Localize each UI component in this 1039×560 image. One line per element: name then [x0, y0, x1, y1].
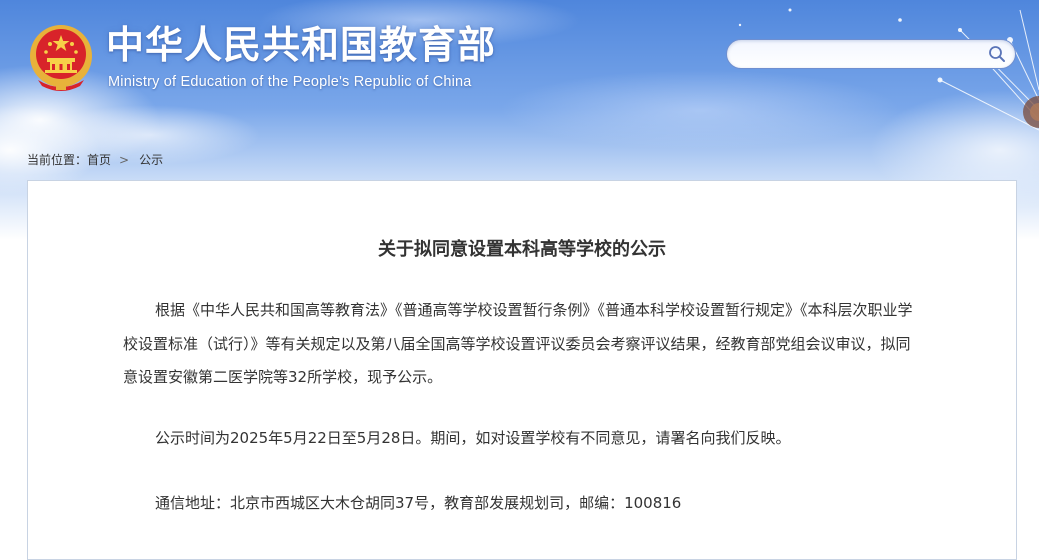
article-paragraph: 公示时间为2025年5月22日至5月28日。期间，如对设置学校有不同意见，请署名… — [155, 429, 791, 447]
breadcrumb-current-link[interactable]: 公示 — [139, 153, 163, 167]
site-subtitle: Ministry of Education of the People's Re… — [108, 74, 472, 90]
article-paragraph: 根据《中华人民共和国高等教育法》《普通高等学校设置暂行条例》《普通本科学校设置暂… — [123, 301, 913, 386]
national-emblem-icon — [30, 25, 92, 91]
search-box — [726, 39, 1016, 70]
site-title: 中华人民共和国教育部 — [106, 23, 497, 67]
search-input[interactable] — [739, 40, 983, 70]
breadcrumb-separator: > — [119, 153, 130, 167]
breadcrumb: 当前位置：首页 > 公示 — [27, 151, 163, 168]
search-icon[interactable] — [988, 45, 1006, 63]
article-panel: 关于拟同意设置本科高等学校的公示 根据《中华人民共和国高等教育法》《普通高等学校… — [27, 180, 1017, 560]
breadcrumb-prefix: 当前位置： — [27, 153, 88, 167]
article-title: 关于拟同意设置本科高等学校的公示 — [378, 239, 666, 260]
article-paragraph: 通信地址：北京市西城区大木仓胡同37号，教育部发展规划司，邮编：100816 — [155, 494, 682, 512]
breadcrumb-home-link[interactable]: 首页 — [87, 153, 111, 167]
site-header: 中华人民共和国教育部 Ministry of Education of the … — [0, 0, 1039, 140]
